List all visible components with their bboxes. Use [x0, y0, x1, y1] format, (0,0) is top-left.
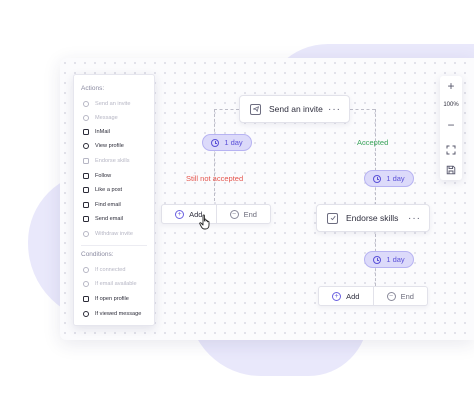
- zoom-out-button[interactable]: −: [440, 118, 462, 132]
- sidebar-item-withdraw-invite[interactable]: Withdraw invite: [83, 229, 133, 239]
- save-icon: [446, 165, 456, 175]
- endorse-icon: [83, 158, 89, 164]
- conditions-heading: Conditions:: [81, 251, 114, 258]
- endorse-skills-node[interactable]: Endorse skills ···: [316, 204, 430, 232]
- plus-icon: +: [175, 209, 185, 219]
- send-invite-node[interactable]: Send an invite ···: [239, 95, 350, 123]
- sidebar-item-label: InMail: [95, 129, 110, 135]
- send-email-icon: [83, 216, 89, 222]
- delay-pill-left[interactable]: 1 day: [202, 134, 252, 151]
- connector-line: [214, 109, 215, 201]
- sidebar-item-inmail[interactable]: InMail: [83, 127, 110, 137]
- sidebar-item-label: Send an invite: [95, 101, 131, 107]
- inmail-icon: [83, 129, 89, 135]
- zoom-controls: + 100% −: [440, 76, 462, 180]
- sidebar-item-label: Like a post: [95, 187, 123, 193]
- sidebar-item-message[interactable]: Message: [83, 113, 118, 123]
- connector-line: [375, 109, 376, 205]
- thumbs-up-icon: [83, 187, 89, 193]
- sidebar-item-label: Message: [95, 115, 118, 121]
- sidebar-item-send-email[interactable]: Send email: [83, 214, 123, 224]
- end-button[interactable]: − End: [217, 205, 271, 223]
- branch-label-accepted: Accepted: [357, 138, 389, 147]
- eye-icon: [83, 143, 89, 149]
- delay-pill-right[interactable]: 1 day: [364, 170, 414, 187]
- fit-screen-button[interactable]: [440, 142, 462, 160]
- fit-screen-icon: [446, 145, 456, 155]
- end-label: End: [243, 209, 257, 219]
- sidebar-item-if-viewed-message[interactable]: If viewed message: [83, 309, 141, 319]
- delay-label: 1 day: [386, 174, 405, 183]
- viewed-message-icon: [83, 311, 89, 317]
- bottom-add-end-group: + Add − End: [318, 286, 428, 306]
- sidebar-item-find-email[interactable]: Find email: [83, 200, 121, 210]
- send-invite-title: Send an invite: [269, 104, 323, 114]
- find-email-icon: [83, 202, 89, 208]
- sidebar-item-if-connected[interactable]: If connected: [83, 265, 125, 275]
- clock-icon: [373, 255, 382, 264]
- actions-heading: Actions:: [81, 85, 105, 92]
- follow-icon: [83, 173, 89, 179]
- sidebar-item-label: If connected: [95, 267, 126, 273]
- plus-icon: +: [332, 291, 342, 301]
- clock-icon: [211, 138, 220, 147]
- zoom-level: 100%: [443, 102, 459, 108]
- sidebar-item-label: Find email: [95, 202, 121, 208]
- zoom-in-button[interactable]: +: [440, 79, 462, 93]
- more-menu-icon[interactable]: ···: [328, 104, 341, 115]
- sidebar-item-label: If viewed message: [95, 311, 142, 317]
- sidebar-item-if-email-available[interactable]: If email available: [83, 279, 137, 289]
- sidebar-item-label: Send email: [95, 216, 123, 222]
- sidebar-item-label: If open profile: [95, 296, 129, 302]
- end-button[interactable]: − End: [374, 287, 428, 305]
- sidebar-item-like-post[interactable]: Like a post: [83, 185, 122, 195]
- email-available-icon: [83, 281, 89, 287]
- checkbox-icon: [327, 212, 338, 224]
- delay-pill-bottom[interactable]: 1 day: [364, 251, 414, 268]
- section-divider: [81, 245, 147, 246]
- withdraw-icon: [83, 231, 89, 237]
- sidebar-item-label: Endorse skills: [95, 158, 130, 164]
- sidebar-item-send-invite[interactable]: Send an invite: [83, 99, 130, 109]
- open-profile-icon: [83, 296, 89, 302]
- connected-icon: [83, 267, 89, 273]
- sidebar-item-endorse-skills[interactable]: Endorse skills: [83, 156, 130, 166]
- delay-label: 1 day: [224, 138, 243, 147]
- minus-icon: −: [386, 291, 396, 301]
- add-step-button[interactable]: + Add: [319, 287, 374, 305]
- endorse-skills-title: Endorse skills: [346, 213, 399, 223]
- connector-line: [350, 109, 375, 110]
- add-label: Add: [346, 291, 360, 301]
- branch-label-not-accepted: Still not accepted: [186, 174, 244, 183]
- end-label: End: [400, 291, 414, 301]
- send-invite-icon: [250, 103, 261, 115]
- sidebar-item-label: View profile: [95, 143, 124, 149]
- send-invite-icon: [83, 101, 89, 107]
- left-add-end-group: + Add − End: [161, 204, 271, 224]
- minus-icon: −: [229, 209, 239, 219]
- message-icon: [83, 115, 89, 121]
- sidebar-item-if-open-profile[interactable]: If open profile: [83, 294, 129, 304]
- sidebar-item-label: If email available: [95, 281, 137, 287]
- sidebar-item-follow[interactable]: Follow: [83, 171, 111, 181]
- hand-cursor-icon: [199, 214, 210, 230]
- sidebar-item-label: Withdraw invite: [95, 231, 133, 237]
- delay-label: 1 day: [386, 255, 405, 264]
- actions-sidebar: Actions: Send an invite Message InMail V…: [73, 74, 155, 326]
- sidebar-item-label: Follow: [95, 173, 112, 179]
- sidebar-item-view-profile[interactable]: View profile: [83, 141, 124, 151]
- clock-icon: [373, 174, 382, 183]
- connector-line: [214, 109, 239, 110]
- save-button[interactable]: [440, 162, 462, 180]
- more-menu-icon[interactable]: ···: [408, 213, 421, 224]
